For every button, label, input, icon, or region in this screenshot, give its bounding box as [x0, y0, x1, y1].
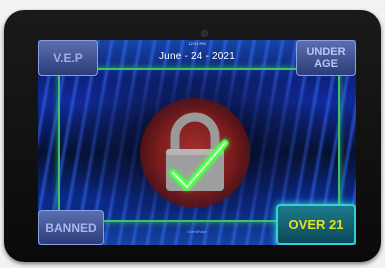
app-logo: IDentiFake [177, 229, 217, 234]
over-21-label: OVER 21 [288, 217, 344, 232]
over-21-button[interactable]: OVER 21 [276, 204, 356, 245]
banned-button[interactable]: BANNED [38, 210, 104, 245]
date-display: June - 24 - 2021 [158, 51, 236, 62]
status-time: 12:31 PM [188, 41, 206, 46]
under-age-label: UNDER AGE [306, 46, 346, 70]
padlock-check-icon [140, 98, 250, 208]
banned-label: BANNED [45, 220, 97, 235]
app-logo-text: IDentiFake [187, 229, 207, 234]
front-camera [201, 30, 208, 37]
vep-button[interactable]: V.E.P [38, 40, 98, 76]
vep-label: V.E.P [53, 51, 83, 65]
verification-status [139, 97, 251, 209]
under-age-button[interactable]: UNDER AGE [296, 40, 356, 76]
app-screen: 12:31 PM June - 24 - 2021 V.E.P UNDER AG… [38, 40, 356, 245]
